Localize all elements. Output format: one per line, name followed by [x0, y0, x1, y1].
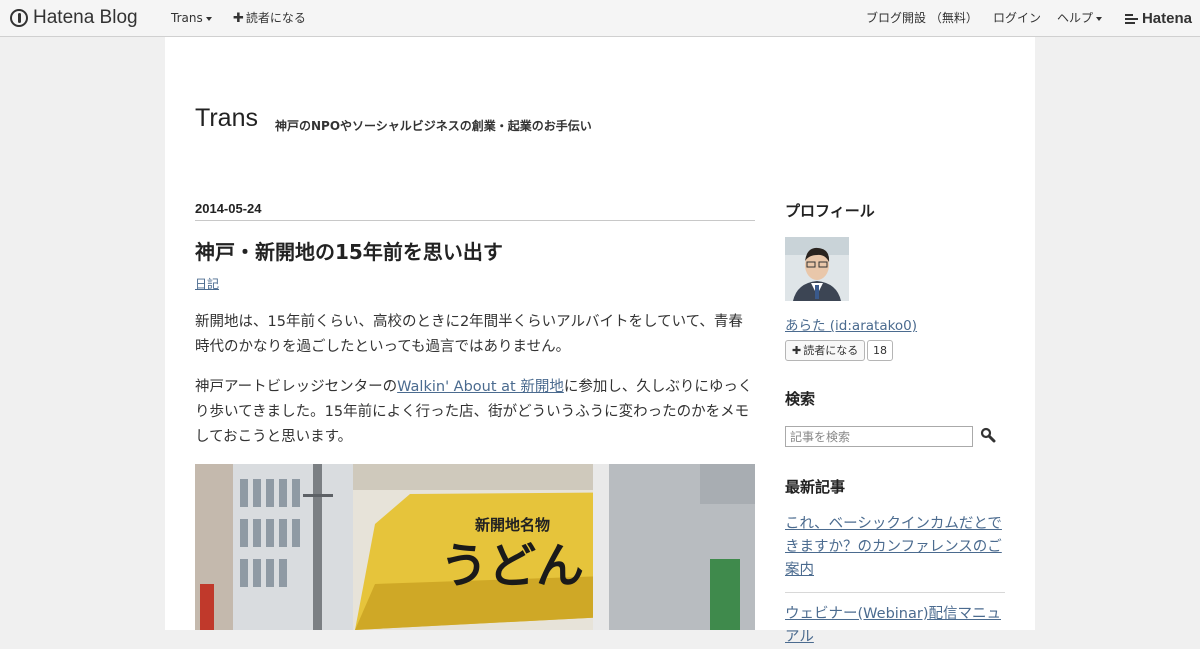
profile-name-link[interactable]: あらた (id:aratako0): [785, 314, 917, 334]
avatar-image: [785, 237, 849, 301]
profile-avatar[interactable]: [785, 237, 849, 301]
entry-date[interactable]: 2014-05-24: [195, 201, 755, 221]
entry-photo: 新開地名物 うどん: [195, 464, 755, 630]
login-link[interactable]: ログイン: [993, 0, 1041, 37]
blog-menu-dropdown[interactable]: Trans: [171, 0, 212, 37]
profile-heading: プロフィール: [785, 202, 875, 220]
subscribe-menu-button[interactable]: ✚ 読者になる: [233, 0, 306, 37]
recent-posts-heading: 最新記事: [785, 478, 846, 496]
search-heading: 検索: [785, 390, 816, 408]
blog-description: 神戸のNPOやソーシャルビジネスの創業・起業のお手伝い: [275, 119, 592, 133]
plus-icon: ✚: [233, 11, 244, 26]
hatena-brand-text: Hatena: [1141, 10, 1192, 27]
photo-sign-top: 新開地名物: [475, 516, 550, 534]
entry-category-link[interactable]: 日記: [195, 275, 219, 292]
search-icon[interactable]: [980, 427, 996, 443]
entry-paragraph-2: 神戸アートビレッジセンターのWalkin' About at 新開地に参加し、久…: [195, 375, 755, 450]
hatena-brand-icon: [1124, 14, 1138, 24]
hatena-blog-logo[interactable]: Hatena Blog: [10, 7, 138, 29]
paragraph-text: 神戸アートビレッジセンターの: [195, 379, 398, 395]
chevron-down-icon: [1096, 16, 1103, 21]
help-menu-label: ヘルプ: [1057, 11, 1094, 25]
open-blog-link[interactable]: ブログ開設 （無料）: [866, 0, 978, 37]
subscribe-menu-label: 読者になる: [245, 11, 306, 25]
blog-title[interactable]: Trans: [195, 104, 258, 133]
chevron-down-icon: [205, 16, 212, 21]
udon-shop-photo: 新開地名物 うどん: [195, 464, 755, 630]
blog-page: Trans 神戸のNPOやソーシャルビジネスの創業・起業のお手伝い 2014-0…: [165, 37, 1035, 645]
entry-title[interactable]: 神戸・新開地の15年前を思い出す: [195, 236, 503, 265]
help-menu-dropdown[interactable]: ヘルプ: [1057, 0, 1103, 37]
logo-text: Hatena Blog: [33, 7, 138, 28]
global-header: Hatena Blog Trans ✚ 読者になる ブログ開設 （無料） ログイン…: [0, 0, 1200, 37]
search-input[interactable]: [785, 426, 973, 447]
divider: [785, 592, 1005, 593]
follow-button-label: 読者になる: [803, 344, 859, 357]
follower-count[interactable]: 18: [867, 340, 893, 361]
follow-button[interactable]: ✚ 読者になる: [785, 340, 866, 361]
recent-post-link[interactable]: これ、ベーシックインカムだとできますか？のカンファレンスのご案内: [785, 513, 1005, 582]
blog-menu-label: Trans: [171, 11, 203, 25]
walkin-about-link[interactable]: Walkin' About at 新開地: [397, 379, 564, 395]
photo-sign-main: うどん: [440, 538, 584, 594]
hatena-brand-link[interactable]: Hatena: [1124, 0, 1192, 37]
plus-icon: ✚: [792, 344, 802, 357]
recent-post-link[interactable]: ウェビナー(Webinar)配信マニュアル: [785, 603, 1005, 649]
entry-paragraph-1: 新開地は、15年前くらい、高校のときに2年間半くらいアルバイトをしていて、青春時…: [195, 314, 743, 355]
hatena-logo-icon: [10, 9, 28, 27]
